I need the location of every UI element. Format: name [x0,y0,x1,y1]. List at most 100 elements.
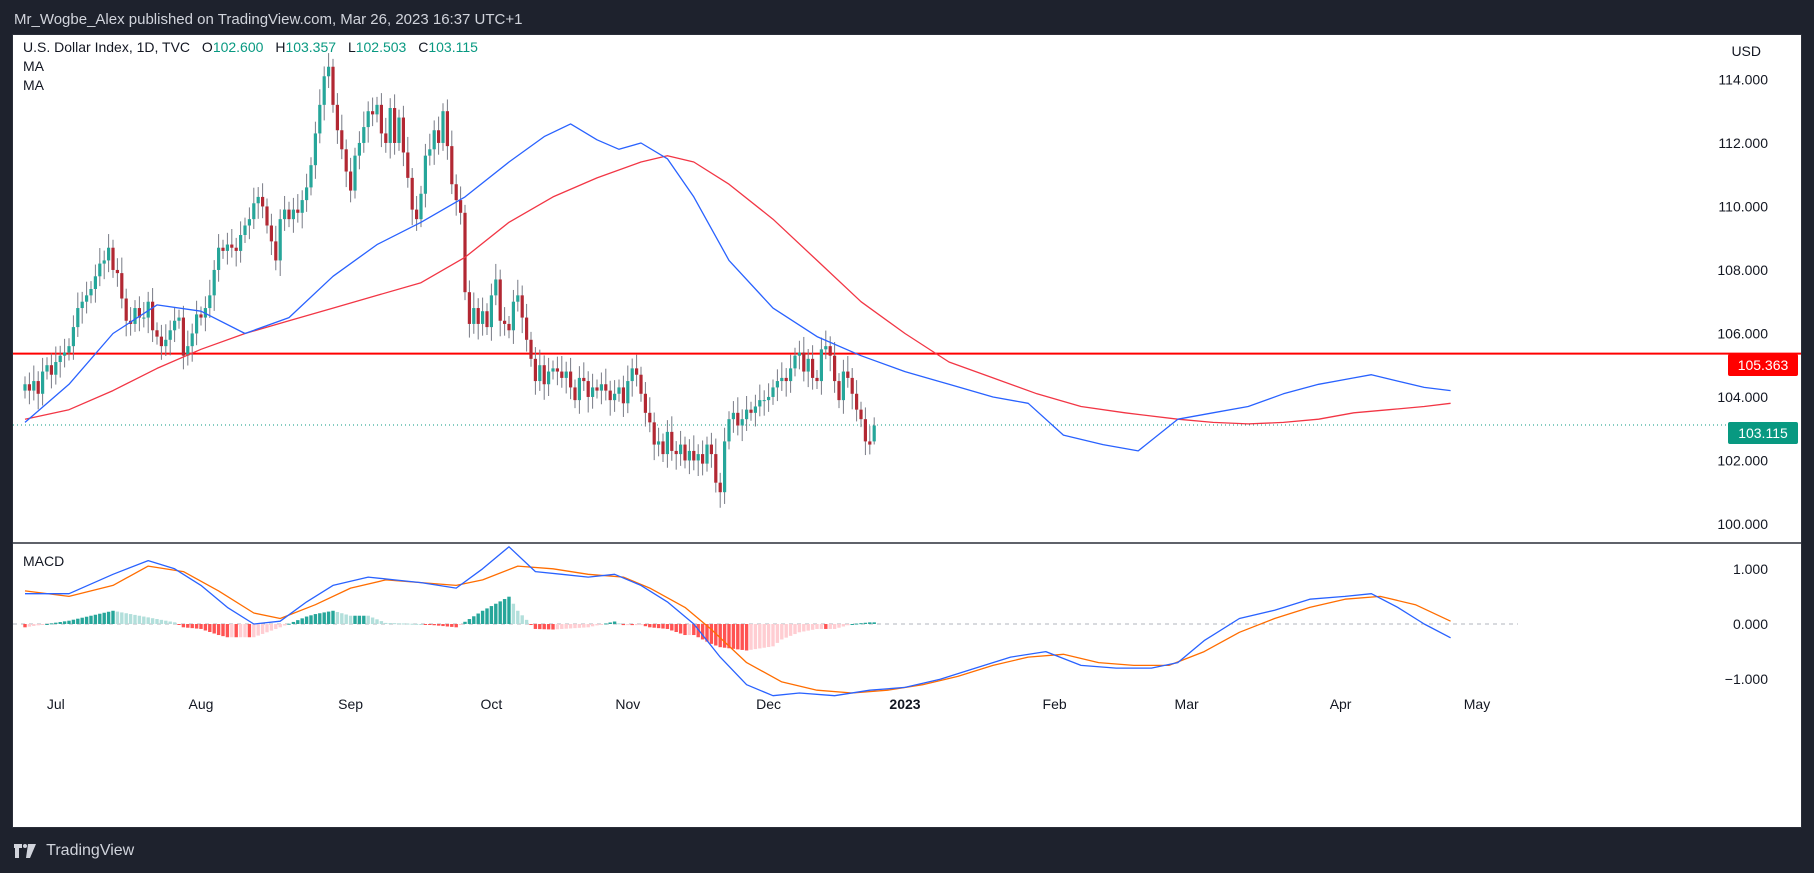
candle-body [115,269,119,274]
chart-panel[interactable]: 114.000 112.000 110.000 108.000 106.000 104.0… [12,34,1802,828]
candle-body [415,209,419,220]
candle [555,356,559,386]
candle-body [437,130,441,143]
candle [357,131,361,170]
time-axis-label: Oct [481,696,503,712]
price-tick-label: 108.000 [1717,262,1768,278]
candle [595,379,599,399]
candle [177,309,181,329]
candle-body [305,187,309,201]
candle-body [775,381,779,388]
macd-histogram-bar [287,623,291,625]
candle-body [815,377,819,382]
candle [344,139,348,188]
candle-body [459,200,463,213]
candle-body [428,149,432,156]
candle [190,323,194,362]
candle-body [630,368,634,382]
candle [428,133,432,166]
macd-histogram-bar [476,613,480,624]
candle-body [859,409,863,420]
macd-histogram-bar [76,618,80,624]
macd-histogram-bar [480,610,485,624]
candle [516,279,520,312]
macd-histogram-bar [771,624,775,647]
macd-histogram-bar [230,624,234,638]
candle-body [76,308,80,328]
macd-histogram-bar [414,623,419,625]
candle [749,401,753,421]
publisher-header: Mr_Wogbe_Alex published on TradingView.c… [0,0,1814,34]
candle-body [71,327,75,347]
macd-histogram-bar [23,624,27,628]
macd-histogram-bar [678,624,683,634]
candle [93,264,97,303]
candle-body [318,104,322,134]
candle [89,281,93,304]
macd-line [25,546,1451,697]
ma1-legend[interactable]: MA [23,58,44,74]
candle-body [467,292,471,324]
macd-histogram-bar [846,624,850,626]
candle-body [727,419,731,442]
candle-body [551,368,555,372]
candle-body [507,323,511,331]
candle-body [151,301,155,331]
macd-histogram-bar [32,624,36,626]
candle [36,371,40,410]
candle [617,379,621,402]
candle [349,157,353,203]
candle-body [313,133,317,166]
candle-body [863,419,867,442]
macd-histogram-bar [736,624,740,650]
candle [855,380,859,422]
footer-brand[interactable]: TradingView [46,842,134,859]
macd-histogram-bar [296,620,300,624]
candle [379,93,383,148]
macd-histogram-bar [621,624,626,626]
ma-slow-line [24,155,1451,425]
macd-histogram-bar [159,619,164,624]
candle [648,397,652,433]
macd-histogram-bar [146,617,150,624]
tradingview-logo-icon[interactable] [14,843,36,858]
macd-histogram-bar [243,624,247,638]
candle [261,183,265,219]
chart-canvas[interactable]: 114.000 112.000 110.000 108.000 106.000 104.0… [13,35,1801,827]
candle-body [234,247,238,251]
macd-histogram-bar [533,624,538,629]
candle-body [657,441,661,445]
candle-body [261,196,265,207]
macd-histogram-bar [291,621,296,624]
candle [863,407,867,456]
candle [278,209,282,276]
candle [247,207,251,240]
candle-body [133,308,137,324]
candle [599,372,603,405]
candle [687,439,691,475]
candle-body [287,209,291,220]
macd-histogram-bar [172,622,177,624]
candle-body [217,247,221,270]
candle [714,438,718,493]
candle-body [837,381,841,401]
candle [445,99,449,160]
macd-histogram-bar [436,624,441,626]
macd-histogram-bar [784,624,788,638]
candle-body [687,450,691,461]
candle-body [718,482,722,493]
macd-legend[interactable]: MACD [23,553,64,569]
candle [283,195,287,231]
candle-body [247,219,251,226]
candle-body [322,76,326,105]
candle [393,94,397,155]
candle [731,401,735,433]
candle-body [291,209,295,220]
candle [604,368,608,401]
macd-histogram-bar [265,624,269,633]
ma2-legend[interactable]: MA [23,77,44,93]
candle-body [705,444,709,464]
candle [151,288,155,343]
macd-histogram-bar [40,624,45,625]
macd-histogram-bar [749,624,753,650]
